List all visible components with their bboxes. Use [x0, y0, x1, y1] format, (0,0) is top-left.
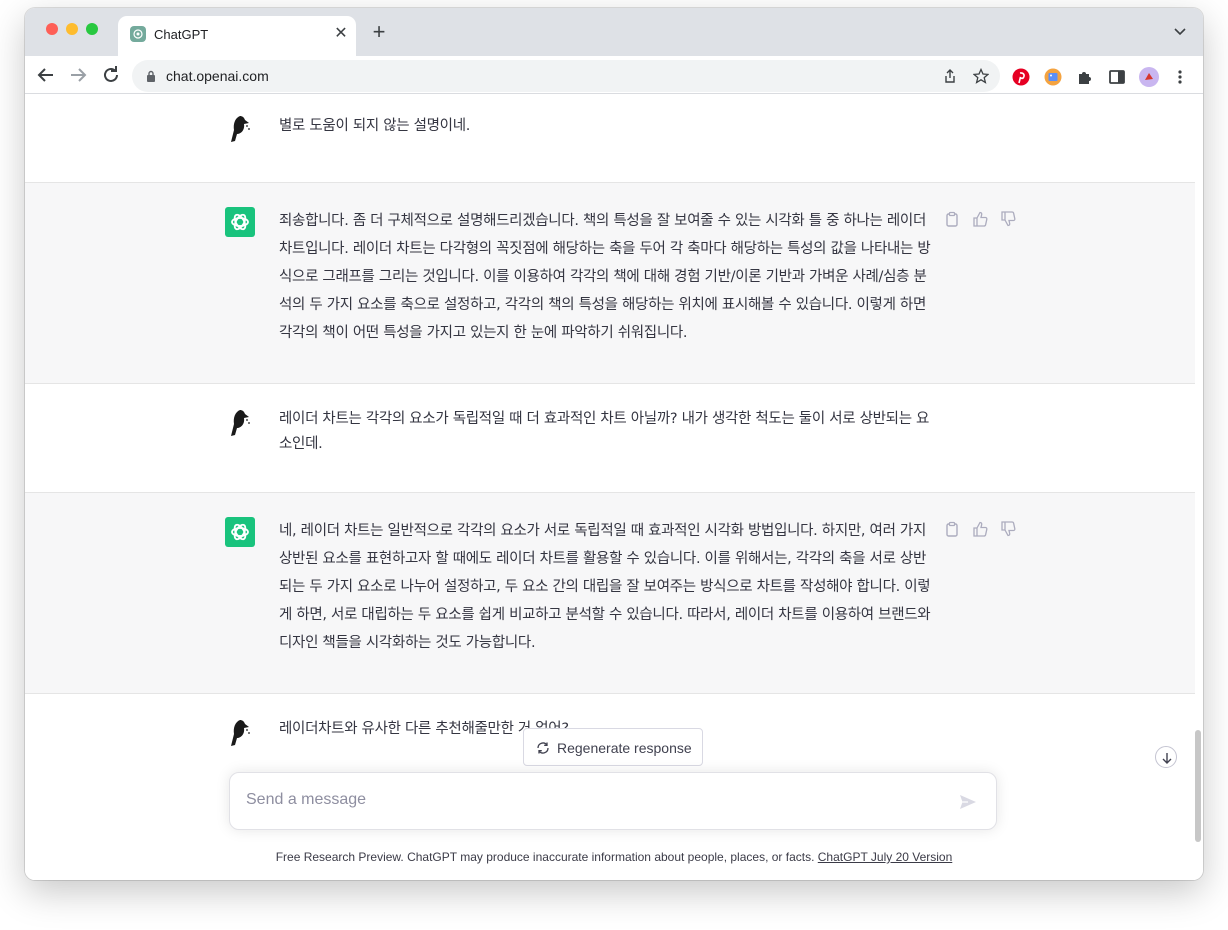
- bookmark-star-icon[interactable]: [973, 68, 989, 84]
- tab-search-chevron-icon[interactable]: [1173, 24, 1187, 38]
- image-extension-icon[interactable]: [1044, 68, 1062, 86]
- tab-title: ChatGPT: [154, 27, 209, 42]
- assistant-message: 죄송합니다. 좀 더 구체적으로 설명해드리겠습니다. 책의 특성을 잘 보여줄…: [25, 183, 1195, 384]
- new-tab-button[interactable]: +: [369, 21, 389, 43]
- tab-strip: ChatGPT ✕ +: [25, 8, 1203, 56]
- extensions-puzzle-icon[interactable]: [1076, 68, 1094, 86]
- thumbs-down-icon[interactable]: [1000, 521, 1016, 537]
- thumbs-up-icon[interactable]: [972, 211, 988, 227]
- pinterest-extension-icon[interactable]: [1012, 68, 1030, 86]
- tab-chatgpt[interactable]: ChatGPT ✕: [118, 16, 356, 56]
- profile-bird-icon: [1145, 73, 1153, 80]
- clipboard-icon[interactable]: [944, 521, 960, 537]
- url-text: chat.openai.com: [166, 68, 269, 84]
- bird-icon: [231, 720, 250, 746]
- openai-favicon-icon: [130, 26, 146, 42]
- user-message: 레이더 차트는 각각의 요소가 독립적일 때 더 효과적인 차트 아닐까? 내가…: [25, 384, 1195, 493]
- message-input[interactable]: [246, 791, 926, 809]
- openai-logo-icon: [225, 207, 255, 237]
- message-text: 레이더 차트는 각각의 요소가 독립적일 때 더 효과적인 차트 아닐까? 내가…: [279, 411, 930, 452]
- regenerate-response-button[interactable]: Regenerate response: [523, 728, 703, 766]
- chat-conversation: 별로 도움이 되지 않는 설명이네. 죄송합니다. 좀 더 구체적으로 설명해드…: [25, 94, 1203, 880]
- scrollbar[interactable]: [1195, 730, 1201, 842]
- tab-close-icon[interactable]: ✕: [332, 25, 350, 43]
- profile-avatar[interactable]: [1139, 67, 1159, 87]
- bird-icon: [231, 116, 250, 142]
- user-message: 별로 도움이 되지 않는 설명이네.: [25, 94, 1195, 183]
- version-link[interactable]: ChatGPT July 20 Version: [818, 850, 953, 864]
- send-icon[interactable]: [958, 792, 978, 812]
- bird-icon: [231, 410, 250, 436]
- minimize-window-button[interactable]: [66, 23, 78, 35]
- back-icon[interactable]: [34, 63, 58, 87]
- reload-icon[interactable]: [99, 63, 123, 87]
- address-bar[interactable]: chat.openai.com: [132, 60, 1000, 92]
- footer-disclaimer: Free Research Preview. ChatGPT may produ…: [25, 850, 1203, 864]
- arrow-down-icon: [1162, 753, 1172, 764]
- browser-toolbar: chat.openai.com: [25, 56, 1203, 94]
- assistant-message: 네, 레이더 차트는 일반적으로 각각의 요소가 서로 독립적일 때 효과적인 …: [25, 493, 1195, 694]
- share-icon[interactable]: [942, 68, 958, 84]
- disclaimer-text: Free Research Preview. ChatGPT may produ…: [275, 850, 818, 864]
- browser-window: ChatGPT ✕ + chat.openai.com 별로 도움이 되지 않는: [25, 8, 1203, 880]
- scroll-to-bottom-button[interactable]: [1155, 746, 1177, 768]
- regenerate-label: Regenerate response: [557, 740, 692, 756]
- openai-logo-icon: [225, 517, 255, 547]
- more-menu-icon[interactable]: [1173, 68, 1187, 86]
- message-composer: [229, 772, 997, 830]
- thumbs-up-icon[interactable]: [972, 521, 988, 537]
- side-panel-icon[interactable]: [1108, 68, 1126, 86]
- clipboard-icon[interactable]: [944, 211, 960, 227]
- lock-icon: [147, 70, 155, 82]
- forward-icon[interactable]: [66, 63, 90, 87]
- thumbs-down-icon[interactable]: [1000, 211, 1016, 227]
- close-window-button[interactable]: [46, 23, 58, 35]
- refresh-icon: [537, 742, 549, 754]
- maximize-window-button[interactable]: [86, 23, 98, 35]
- message-text: 죄송합니다. 좀 더 구체적으로 설명해드리겠습니다. 책의 특성을 잘 보여줄…: [279, 213, 931, 341]
- message-text: 별로 도움이 되지 않는 설명이네.: [279, 118, 471, 134]
- message-text: 네, 레이더 차트는 일반적으로 각각의 요소가 서로 독립적일 때 효과적인 …: [279, 523, 931, 651]
